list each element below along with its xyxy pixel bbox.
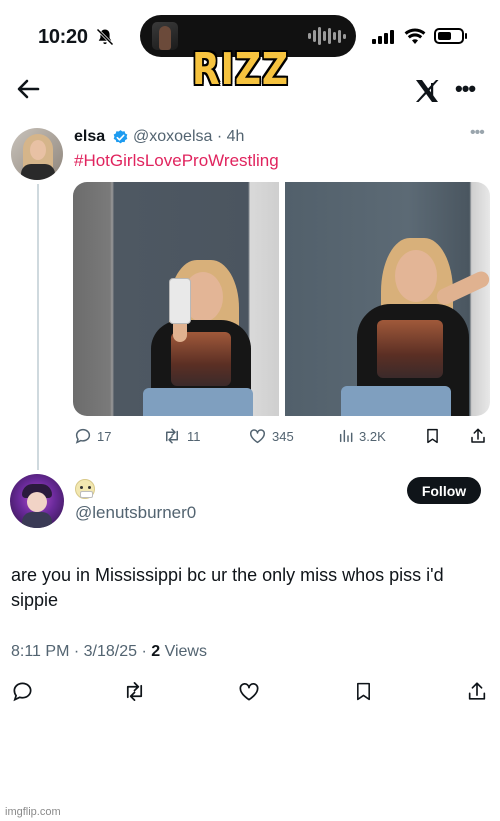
reply-views-label: Views (160, 643, 207, 660)
repost-action[interactable]: 11 (162, 424, 201, 448)
hashtag-link[interactable]: #HotGirlsLoveProWrestling (74, 151, 279, 171)
now-playing-thumbnail (152, 22, 178, 50)
views-count: 3.2K (359, 428, 386, 444)
reply-avatar[interactable] (10, 474, 64, 528)
like-icon (250, 429, 265, 444)
status-time: 10:20 (38, 26, 88, 48)
back-arrow-icon[interactable] (16, 78, 40, 100)
more-icon[interactable]: ••• (455, 76, 476, 102)
reply-handle[interactable]: @lenutsburner0 (75, 503, 196, 523)
reply-action[interactable]: 17 (74, 424, 111, 448)
wifi-icon (404, 28, 426, 44)
reply-timestamp: 8:11 PM · 3/18/25 · (11, 643, 152, 660)
thread-connector (37, 184, 39, 470)
reply-meta: 8:11 PM · 3/18/25 · 2 Views (11, 643, 207, 661)
share-icon (471, 428, 485, 443)
media-photo-1[interactable] (73, 182, 279, 416)
repost-icon (166, 428, 178, 444)
tweet-more-icon[interactable]: ••• (470, 124, 485, 142)
avatar[interactable] (11, 128, 63, 180)
follow-button[interactable]: Follow (407, 477, 481, 504)
bell-off-icon (96, 28, 114, 46)
x-logo-icon[interactable] (414, 78, 440, 104)
bookmark-action[interactable] (424, 424, 441, 448)
bookmark-icon[interactable] (353, 680, 374, 703)
reply-actions (0, 680, 500, 704)
views-action[interactable]: 3.2K (338, 424, 386, 448)
tweet-actions: 17 11 345 3.2K (74, 424, 490, 448)
verified-badge-icon (113, 130, 128, 144)
watermark: imgflip.com (5, 806, 61, 818)
tweet-media[interactable] (73, 182, 490, 416)
battery-icon (434, 28, 467, 44)
share-action[interactable] (469, 424, 487, 448)
reply-icon (75, 428, 91, 444)
reply-icon[interactable] (11, 680, 34, 703)
reply-count: 17 (97, 428, 112, 444)
like-action[interactable]: 345 (248, 424, 294, 448)
media-photo-2[interactable] (284, 182, 490, 416)
meme-caption: RIZZ (192, 44, 289, 95)
grimace-emoji-icon (75, 479, 95, 499)
reply-text: are you in Mississippi bc ur the only mi… (11, 565, 444, 610)
author-handle[interactable]: @xoxoelsa · 4h (133, 128, 244, 146)
author-name[interactable]: elsa (74, 128, 105, 146)
repost-count: 11 (187, 428, 201, 444)
signal-icon (372, 29, 394, 44)
like-count: 345 (272, 428, 294, 444)
like-icon[interactable] (237, 680, 261, 703)
audio-waveform-icon (308, 26, 346, 46)
bookmark-icon (427, 428, 438, 444)
repost-icon[interactable] (122, 680, 147, 703)
reply-views-count: 2 (151, 643, 161, 660)
share-icon[interactable] (466, 680, 488, 703)
views-icon (339, 429, 353, 443)
